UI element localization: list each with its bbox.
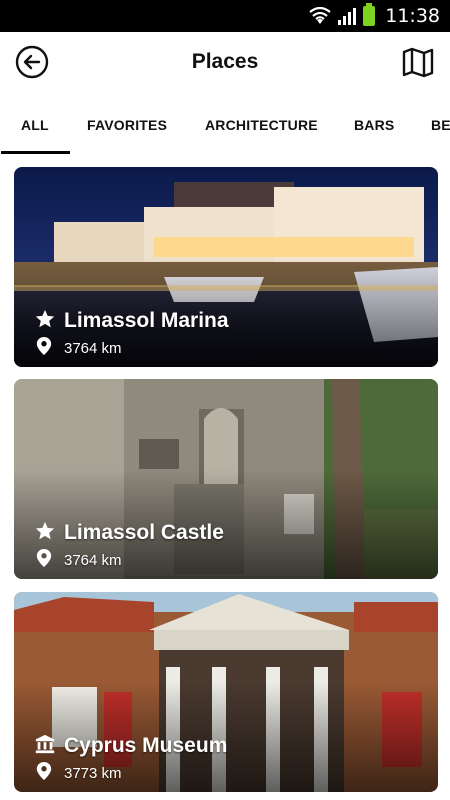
tab-favorites[interactable]: FAVORITES [87,100,167,154]
app-bar: Places [0,32,450,92]
location-pin-icon [36,337,52,355]
star-icon[interactable] [34,520,56,542]
map-icon [402,47,434,78]
place-card-marina[interactable]: Limassol Marina 3764 km [14,167,438,367]
battery-icon [363,3,376,26]
status-time: 11:38 [385,5,440,27]
place-name: Limassol Castle [64,521,224,544]
tab-all[interactable]: ALL [1,100,70,154]
place-distance: 3764 km [64,340,122,357]
place-card-castle[interactable]: Limassol Castle 3764 km [14,379,438,579]
place-distance: 3773 km [64,765,122,782]
place-card-museum[interactable]: Cyprus Museum 3773 km [14,592,438,792]
museum-icon[interactable] [34,733,56,755]
place-name: Limassol Marina [64,309,229,332]
page-title: Places [191,50,259,73]
map-button[interactable] [400,44,436,80]
star-icon[interactable] [34,308,56,330]
status-indicators: 11:38 [309,3,440,28]
tab-be[interactable]: BE [431,100,450,154]
signal-icon [338,8,357,25]
location-pin-icon [36,762,52,780]
tab-bars[interactable]: BARS [354,100,394,154]
location-pin-icon [36,549,52,567]
status-bar: 11:38 [0,0,450,32]
place-name: Cyprus Museum [64,734,228,757]
wifi-icon [309,7,331,24]
category-tabs: ALL FAVORITES ARCHITECTURE BARS BE [0,100,450,154]
tab-architecture[interactable]: ARCHITECTURE [205,100,318,154]
place-distance: 3764 km [64,552,122,569]
